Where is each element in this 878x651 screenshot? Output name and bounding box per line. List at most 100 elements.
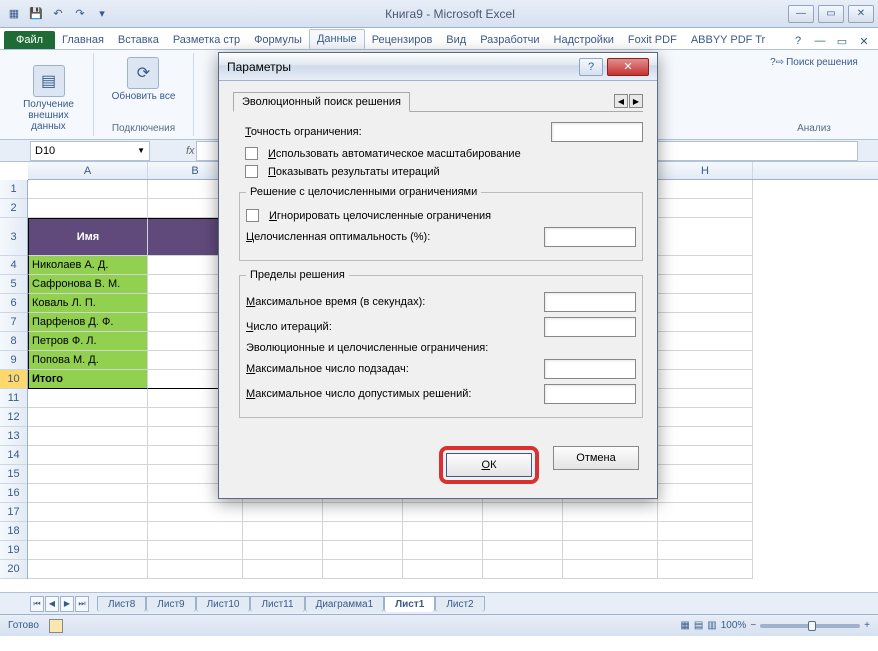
sheet-tab-5[interactable]: Лист1 <box>384 596 435 612</box>
file-tab[interactable]: Файл <box>4 31 55 49</box>
minimize-icon[interactable]: — <box>788 5 814 23</box>
tab-home[interactable]: Главная <box>55 31 111 49</box>
tab-insert[interactable]: Вставка <box>111 31 166 49</box>
tab-scroll-left-icon[interactable]: ◀ <box>614 94 628 108</box>
row-1[interactable]: 1 <box>0 180 27 199</box>
sheet-tab-0[interactable]: Лист8 <box>97 596 146 612</box>
row-18[interactable]: 18 <box>0 522 27 541</box>
zoom-out-icon[interactable]: − <box>750 620 756 631</box>
cell-name-3[interactable]: Парфенов Д. Ф. <box>28 313 148 332</box>
tab-foxit[interactable]: Foxit PDF <box>621 31 684 49</box>
zoom-level[interactable]: 100% <box>721 620 747 631</box>
tab-review[interactable]: Рецензиров <box>365 31 440 49</box>
sheet-nav-last-icon[interactable]: ⏭ <box>75 596 89 612</box>
sheet-nav-prev-icon[interactable]: ◀ <box>45 596 59 612</box>
solver-button[interactable]: ?⇨ Поиск решения <box>766 55 862 70</box>
qat-more-icon[interactable]: ▾ <box>92 4 112 24</box>
sheet-tab-4[interactable]: Диаграмма1 <box>305 596 385 612</box>
window-title: Книга9 - Microsoft Excel <box>112 7 788 21</box>
sheet-nav-first-icon[interactable]: ⏮ <box>30 596 44 612</box>
row-20[interactable]: 20 <box>0 560 27 579</box>
window-controls: — ▭ ✕ <box>788 5 874 23</box>
row-6[interactable]: 6 <box>0 294 27 313</box>
sheet-tab-1[interactable]: Лист9 <box>146 596 195 612</box>
cell-name-header[interactable]: Имя <box>28 218 148 256</box>
row-12[interactable]: 12 <box>0 408 27 427</box>
precision-input[interactable] <box>551 122 643 142</box>
iternum-input[interactable] <box>544 317 636 337</box>
view-normal-icon[interactable]: ▦ <box>680 620 689 631</box>
ok-button[interactable]: ОК <box>446 453 532 477</box>
maxsub-input[interactable] <box>544 359 636 379</box>
ignoreint-checkbox[interactable] <box>246 209 259 222</box>
col-A[interactable]: A <box>28 162 148 179</box>
sheet-tab-2[interactable]: Лист10 <box>196 596 251 612</box>
tab-data[interactable]: Данные <box>309 29 365 49</box>
dialog-help-icon[interactable]: ? <box>579 58 603 76</box>
excel-icon[interactable]: ▦ <box>4 4 24 24</box>
help-icon[interactable]: ? <box>790 33 806 49</box>
row-13[interactable]: 13 <box>0 427 27 446</box>
col-H[interactable]: H <box>658 162 753 179</box>
row-9[interactable]: 9 <box>0 351 27 370</box>
cell-name-0[interactable]: Николаев А. Д. <box>28 256 148 275</box>
tab-layout[interactable]: Разметка стр <box>166 31 247 49</box>
name-box[interactable]: D10 ▼ <box>30 141 150 161</box>
save-icon[interactable]: 💾 <box>26 4 46 24</box>
restore-icon[interactable]: ▭ <box>818 5 844 23</box>
dialog-titlebar[interactable]: Параметры ? ✕ <box>219 53 657 81</box>
cell-name-4[interactable]: Петров Ф. Л. <box>28 332 148 351</box>
cell-name-1[interactable]: Сафронова В. М. <box>28 275 148 294</box>
tab-formulas[interactable]: Формулы <box>247 31 309 49</box>
maxtime-input[interactable] <box>544 292 636 312</box>
row-8[interactable]: 8 <box>0 332 27 351</box>
sheet-tab-6[interactable]: Лист2 <box>435 596 484 612</box>
view-pagebreak-icon[interactable]: ▥ <box>707 620 716 631</box>
dialog-close-icon[interactable]: ✕ <box>607 58 649 76</box>
autoscale-checkbox[interactable] <box>245 147 258 160</box>
close-workbook-icon[interactable]: ✕ <box>856 33 872 49</box>
row-19[interactable]: 19 <box>0 541 27 560</box>
dialog-tab-evolution[interactable]: Эволюционный поиск решения <box>233 92 410 112</box>
intopt-input[interactable] <box>544 227 636 247</box>
tab-abbyy[interactable]: ABBYY PDF Tr <box>684 31 772 49</box>
close-icon[interactable]: ✕ <box>848 5 874 23</box>
zoom-in-icon[interactable]: + <box>864 620 870 631</box>
tab-developer[interactable]: Разработчи <box>473 31 546 49</box>
get-external-data-button[interactable]: ▤ Получение внешних данных <box>10 63 87 134</box>
cell-name-5[interactable]: Попова М. Д. <box>28 351 148 370</box>
view-layout-icon[interactable]: ▤ <box>694 620 703 631</box>
minimize-ribbon-icon[interactable]: — <box>812 33 828 49</box>
sheet-tab-3[interactable]: Лист11 <box>250 596 304 612</box>
row-3[interactable]: 3 <box>0 218 27 256</box>
row-14[interactable]: 14 <box>0 446 27 465</box>
row-4[interactable]: 4 <box>0 256 27 275</box>
maxsol-input[interactable] <box>544 384 636 404</box>
row-5[interactable]: 5 <box>0 275 27 294</box>
undo-icon[interactable]: ↶ <box>48 4 68 24</box>
row-16[interactable]: 16 <box>0 484 27 503</box>
row-15[interactable]: 15 <box>0 465 27 484</box>
refresh-all-button[interactable]: ⟳ Обновить все <box>108 55 180 104</box>
cancel-button[interactable]: Отмена <box>553 446 639 470</box>
zoom-slider[interactable] <box>760 624 860 628</box>
row-17[interactable]: 17 <box>0 503 27 522</box>
tab-addins[interactable]: Надстройки <box>547 31 621 49</box>
fx-icon[interactable]: fx <box>180 145 196 157</box>
showiter-checkbox[interactable] <box>245 165 258 178</box>
name-box-dropdown-icon[interactable]: ▼ <box>137 146 145 155</box>
tab-view[interactable]: Вид <box>439 31 473 49</box>
cell-total[interactable]: Итого <box>28 370 148 389</box>
restore-window-icon[interactable]: ▭ <box>834 33 850 49</box>
row-7[interactable]: 7 <box>0 313 27 332</box>
row-11[interactable]: 11 <box>0 389 27 408</box>
row-2[interactable]: 2 <box>0 199 27 218</box>
sheet-nav-next-icon[interactable]: ▶ <box>60 596 74 612</box>
cell-name-2[interactable]: Коваль Л. П. <box>28 294 148 313</box>
refresh-icon: ⟳ <box>127 57 159 89</box>
tab-scroll-right-icon[interactable]: ▶ <box>629 94 643 108</box>
maxsol-label: Максимальное число допустимых решений: <box>246 388 538 400</box>
redo-icon[interactable]: ↷ <box>70 4 90 24</box>
row-10[interactable]: 10 <box>0 370 27 389</box>
macro-record-icon[interactable] <box>49 619 63 633</box>
